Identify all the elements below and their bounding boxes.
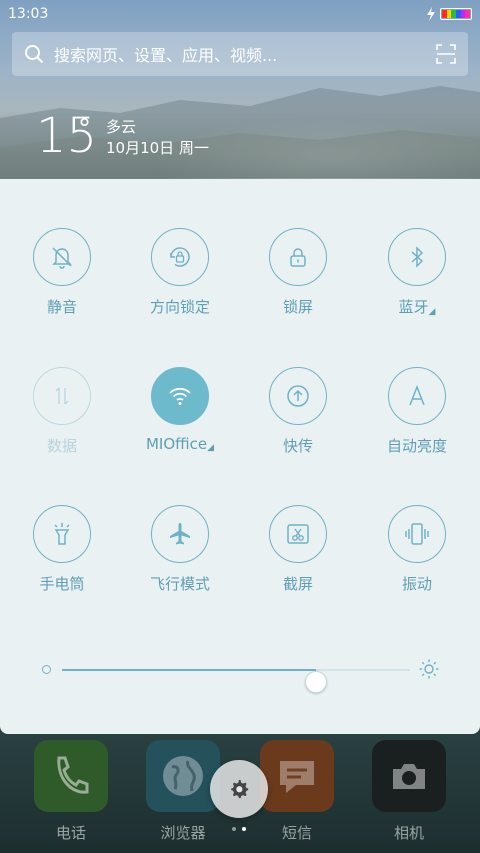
dock-app-browser-tile[interactable] [146, 740, 220, 812]
camera-icon [393, 764, 425, 789]
mobile-data-icon [55, 387, 69, 405]
toggle-silent[interactable]: 静音 [2, 228, 122, 338]
dock-app-phone[interactable]: 电话 [34, 740, 108, 843]
scan-icon[interactable] [436, 44, 456, 64]
brightness-fill [62, 669, 317, 671]
brightness-low-icon [42, 665, 51, 674]
page-dot-active [242, 827, 246, 831]
toggle-quick-transfer[interactable]: 快传 [238, 367, 358, 477]
flashlight-icon [54, 523, 70, 545]
toggle-vibrate[interactable]: 振动 [357, 505, 477, 615]
brightness-thumb[interactable] [305, 671, 328, 693]
bell-mute-icon [52, 247, 72, 269]
gear-icon [231, 779, 249, 799]
dock-app-messages-tile[interactable] [260, 740, 334, 812]
toggle-rotation-lock-label: 方向锁定 [149, 298, 210, 316]
toggle-wifi-label: MIOffice◢ [145, 435, 215, 453]
page-indicator [232, 827, 246, 831]
toggle-screenshot-circle[interactable] [269, 505, 327, 563]
quick-settings-panel: 静音 方向锁定 锁屏 蓝牙◢ 数据 MIOffice◢ 快传 自动亮度 手电筒 … [0, 179, 480, 734]
auto-brightness-icon [409, 385, 425, 406]
page-dot [232, 827, 236, 831]
brightness-high-icon [419, 659, 439, 679]
settings-button[interactable] [210, 760, 268, 818]
quick-transfer-icon [287, 385, 309, 407]
toggle-mobile-data-circle[interactable] [33, 367, 91, 425]
brightness-slider[interactable] [40, 657, 440, 693]
weather-date: 10月10日 周一 [106, 139, 209, 157]
search-input[interactable]: 搜索网页、设置、应用、视频... [54, 42, 436, 66]
airplane-icon [170, 523, 190, 545]
toggle-flashlight[interactable]: 手电筒 [2, 505, 122, 615]
status-time: 13:03 [8, 6, 49, 22]
globe-icon [163, 756, 203, 796]
toggle-silent-circle[interactable] [33, 228, 91, 286]
toggle-lock-screen-label: 锁屏 [282, 298, 313, 316]
toggle-wifi-circle[interactable] [151, 367, 209, 425]
bluetooth-menu-caret[interactable]: ◢ [429, 307, 436, 317]
search-icon [25, 45, 44, 64]
dock-app-browser[interactable]: 浏览器 [146, 740, 220, 843]
toggle-airplane-mode-circle[interactable] [151, 505, 209, 563]
rotation-lock-icon [170, 247, 190, 267]
wifi-menu-caret[interactable]: ◢ [207, 443, 214, 453]
weather-degree: ° [78, 114, 91, 144]
toggle-screenshot[interactable]: 截屏 [238, 505, 358, 615]
toggle-airplane-mode[interactable]: 飞行模式 [120, 505, 240, 615]
dock-app-messages[interactable]: 短信 [260, 740, 334, 843]
toggle-auto-brightness[interactable]: 自动亮度 [357, 367, 477, 477]
dock-app-phone-label: 电话 [55, 824, 86, 842]
toggle-mobile-data[interactable]: 数据 [2, 367, 122, 477]
charging-icon [427, 7, 435, 21]
toggle-rotation-lock-circle[interactable] [151, 228, 209, 286]
toggle-bluetooth-label: 蓝牙◢ [398, 298, 436, 317]
brightness-track[interactable] [62, 669, 410, 693]
status-icons [426, 7, 472, 21]
dock-app-phone-tile[interactable] [34, 740, 108, 812]
toggle-airplane-mode-label: 飞行模式 [149, 575, 210, 593]
dock-app-camera-tile[interactable] [372, 740, 446, 812]
lock-icon [290, 248, 306, 267]
toggle-auto-brightness-label: 自动亮度 [386, 437, 447, 455]
toggle-quick-transfer-circle[interactable] [269, 367, 327, 425]
dock-app-browser-label: 浏览器 [160, 824, 206, 842]
search-bar[interactable]: 搜索网页、设置、应用、视频... [12, 32, 468, 76]
bluetooth-icon [411, 246, 424, 268]
wifi-icon [169, 387, 191, 405]
toggle-mobile-data-label: 数据 [46, 437, 77, 455]
dock-app-camera[interactable]: 相机 [372, 740, 446, 843]
toggle-rotation-lock[interactable]: 方向锁定 [120, 228, 240, 338]
battery-icon [440, 8, 472, 20]
toggle-vibrate-label: 振动 [401, 575, 432, 593]
vibrate-icon [405, 523, 429, 545]
toggle-bluetooth-circle[interactable] [388, 228, 446, 286]
toggle-flashlight-label: 手电筒 [39, 575, 85, 593]
toggle-screenshot-label: 截屏 [282, 575, 313, 593]
toggle-vibrate-circle[interactable] [388, 505, 446, 563]
dock-app-messages-label: 短信 [281, 824, 312, 842]
screenshot-icon [287, 524, 309, 544]
dock-app-camera-label: 相机 [393, 824, 424, 842]
toggle-lock-screen-circle[interactable] [269, 228, 327, 286]
toggle-quick-transfer-label: 快传 [282, 437, 313, 455]
toggle-flashlight-circle[interactable] [33, 505, 91, 563]
message-icon [280, 761, 314, 793]
toggle-wifi[interactable]: MIOffice◢ [120, 367, 240, 477]
status-bar: 13:03 [0, 0, 480, 28]
toggle-lock-screen[interactable]: 锁屏 [238, 228, 358, 338]
toggle-auto-brightness-circle[interactable] [388, 367, 446, 425]
toggle-silent-label: 静音 [46, 298, 77, 316]
weather-condition: 多云 [106, 118, 137, 136]
toggle-bluetooth[interactable]: 蓝牙◢ [357, 228, 477, 338]
phone-icon [57, 756, 89, 794]
